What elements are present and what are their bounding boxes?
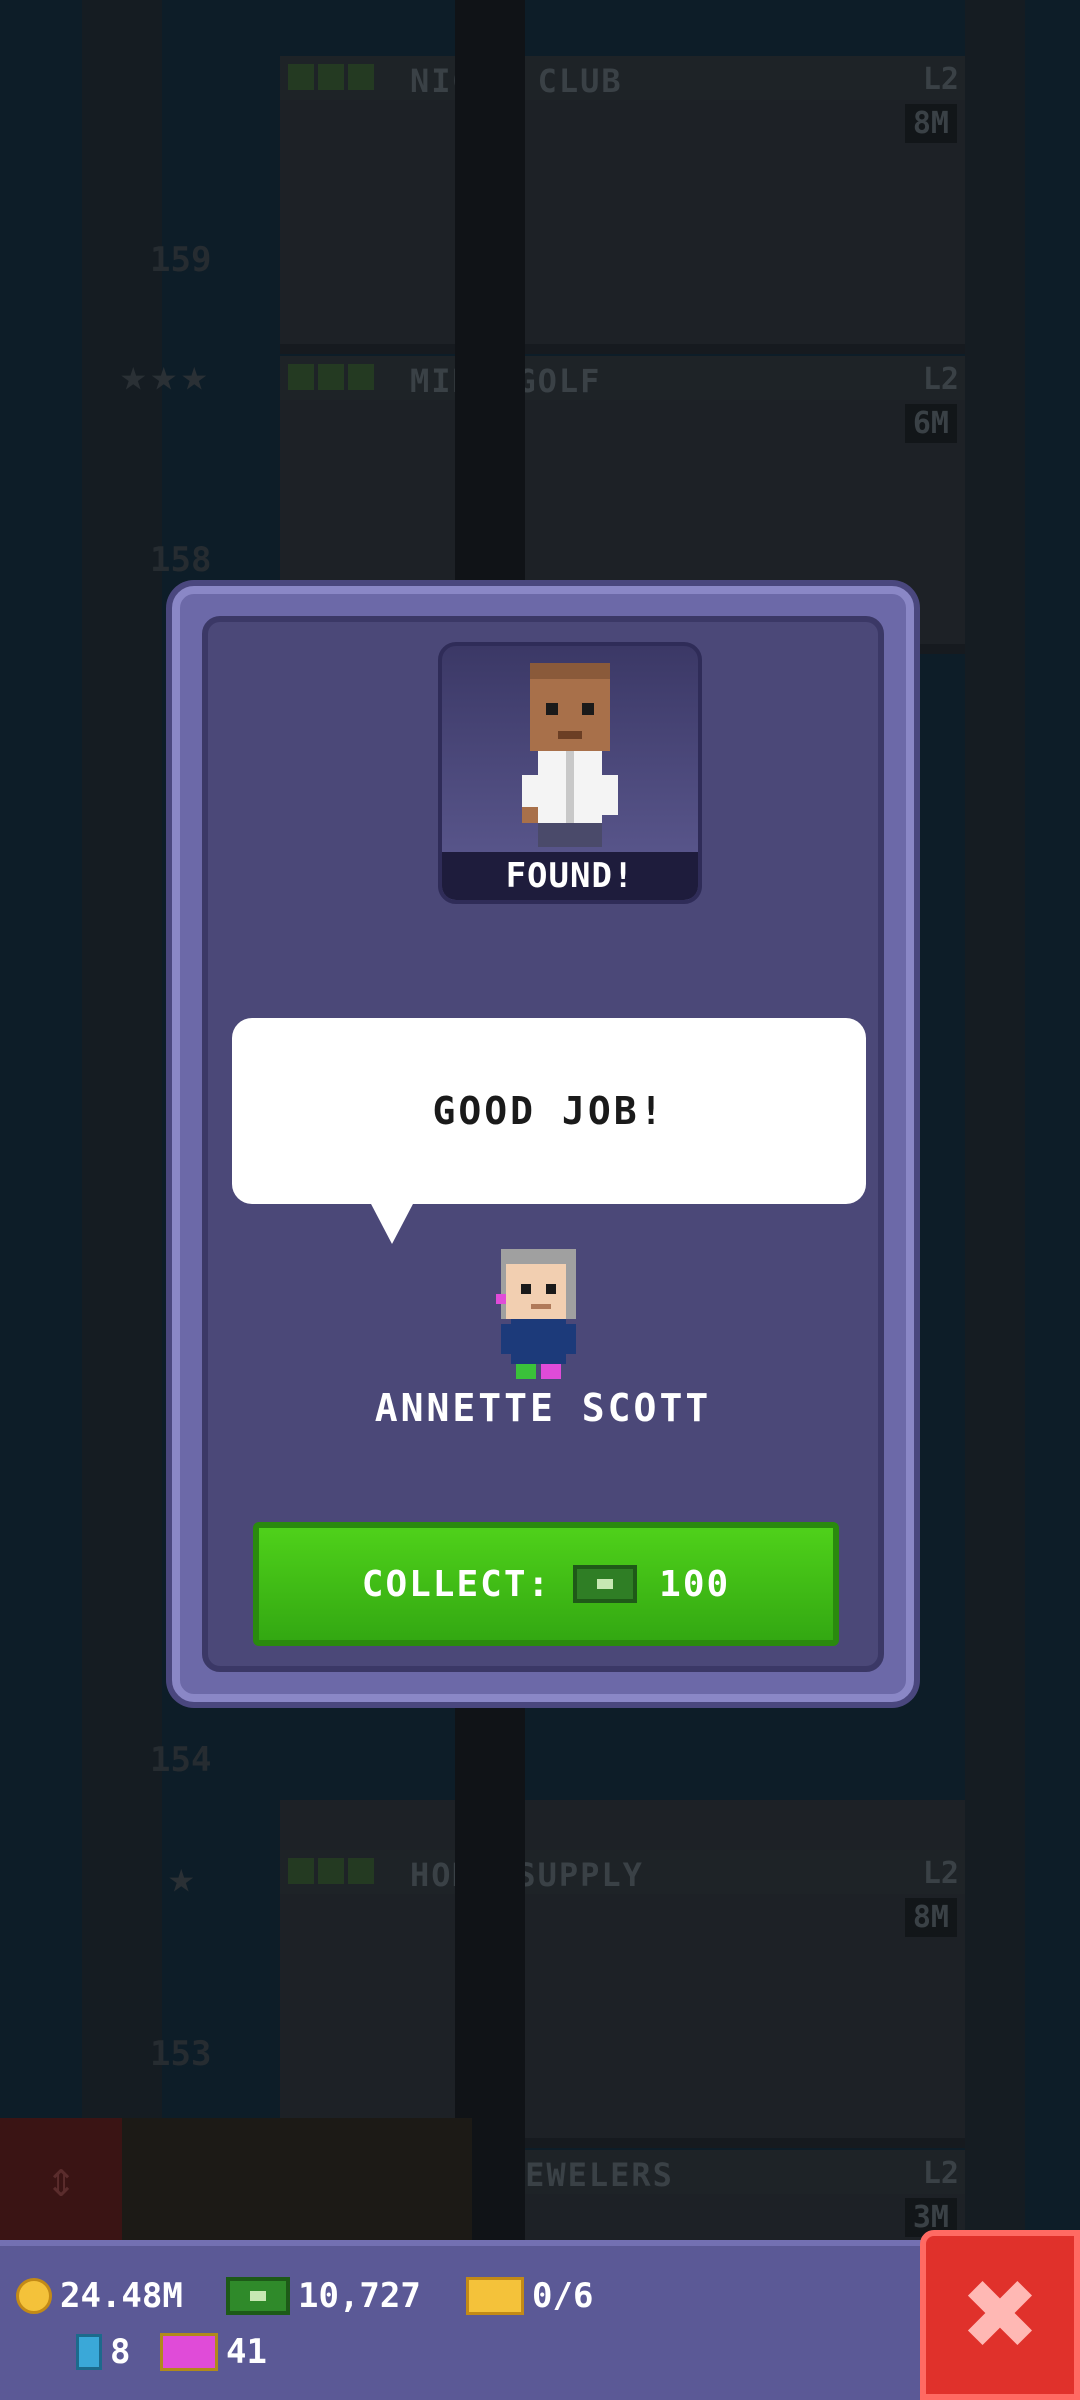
floor-number: 159 — [150, 240, 212, 280]
close-x-icon: ✖ — [959, 2259, 1041, 2371]
floor-value: 8M — [904, 104, 957, 143]
collect-amount: 100 — [659, 1563, 731, 1605]
floor-value: 8M — [904, 1898, 957, 1937]
gem-ticket-icon — [160, 2333, 218, 2371]
floor-home-supply[interactable]: HOME SUPPLY L2 8M — [280, 1850, 965, 2148]
gems-value: 41 — [226, 2332, 267, 2372]
golden-ticket-icon — [466, 2277, 524, 2315]
bitizen-doctor-avatar — [522, 663, 618, 847]
coin-icon — [16, 2278, 52, 2314]
bitizen-annette-avatar — [496, 1249, 576, 1379]
found-label: FOUND! — [442, 852, 698, 900]
elevator-tray — [122, 2118, 472, 2240]
key-icon — [76, 2334, 102, 2370]
floor-status-icons — [288, 1858, 378, 1888]
found-bitizen-card: FOUND! — [438, 642, 702, 904]
status-bar: 24.48M 10,727 0/6 8 41 — [0, 2240, 1080, 2400]
elevator-up-down-button[interactable]: ⇕ — [0, 2118, 122, 2240]
floor-level: L2 — [922, 2156, 959, 2191]
floor-number: 153 — [150, 2034, 212, 2074]
floor-header: NIGHT CLUB L2 — [280, 56, 965, 100]
close-button[interactable]: ✖ — [920, 2230, 1080, 2400]
floor-name: HOME SUPPLY — [410, 1856, 644, 1894]
coins-stat[interactable]: 24.48M — [16, 2276, 183, 2316]
tower-pillar-left — [82, 0, 162, 2240]
bux-icon — [226, 2277, 290, 2315]
keys-value: 8 — [110, 2332, 131, 2372]
tickets-value: 0/6 — [532, 2276, 594, 2316]
bitizen-name: ANNETTE SCOTT — [374, 1386, 712, 1430]
floor-number: 154 — [150, 1740, 212, 1780]
floor-status-icons — [288, 64, 378, 94]
coins-value: 24.48M — [60, 2276, 183, 2316]
floor-header: MINI GOLF L2 — [280, 356, 965, 400]
floor-level: L2 — [922, 1856, 959, 1891]
collect-button[interactable]: COLLECT: 100 — [253, 1522, 839, 1646]
floor-night-club[interactable]: NIGHT CLUB L2 8M — [280, 56, 965, 354]
speech-bubble: GOOD JOB! — [232, 1018, 866, 1204]
collect-label: COLLECT: — [361, 1563, 552, 1605]
floor-value: 6M — [904, 404, 957, 443]
floor-level: L2 — [922, 362, 959, 397]
floor-level: L2 — [922, 62, 959, 97]
found-bitizen-dialog: FOUND! GOOD JOB! ANNETTE SCOTT COLLECT: … — [172, 586, 914, 1702]
tower-pillar-right — [965, 0, 1025, 2240]
bux-stat[interactable]: 10,727 — [226, 2276, 421, 2316]
floor-header: HOME SUPPLY L2 — [280, 1850, 965, 1894]
floor-status-icons — [288, 364, 378, 394]
speech-bubble-tail — [370, 1202, 414, 1244]
keys-stat[interactable]: 8 — [76, 2332, 130, 2372]
floor-number: 158 — [150, 540, 212, 580]
dialog-panel: FOUND! GOOD JOB! ANNETTE SCOTT COLLECT: … — [202, 616, 884, 1672]
gems-stat[interactable]: 41 — [160, 2332, 267, 2372]
floor-stars: ★ — [168, 1852, 199, 1903]
bux-icon — [573, 1565, 638, 1603]
bux-value: 10,727 — [298, 2276, 421, 2316]
tickets-stat[interactable]: 0/6 — [466, 2276, 593, 2316]
floor-stars: ★★★ — [120, 350, 212, 401]
speech-text: GOOD JOB! — [432, 1089, 666, 1133]
